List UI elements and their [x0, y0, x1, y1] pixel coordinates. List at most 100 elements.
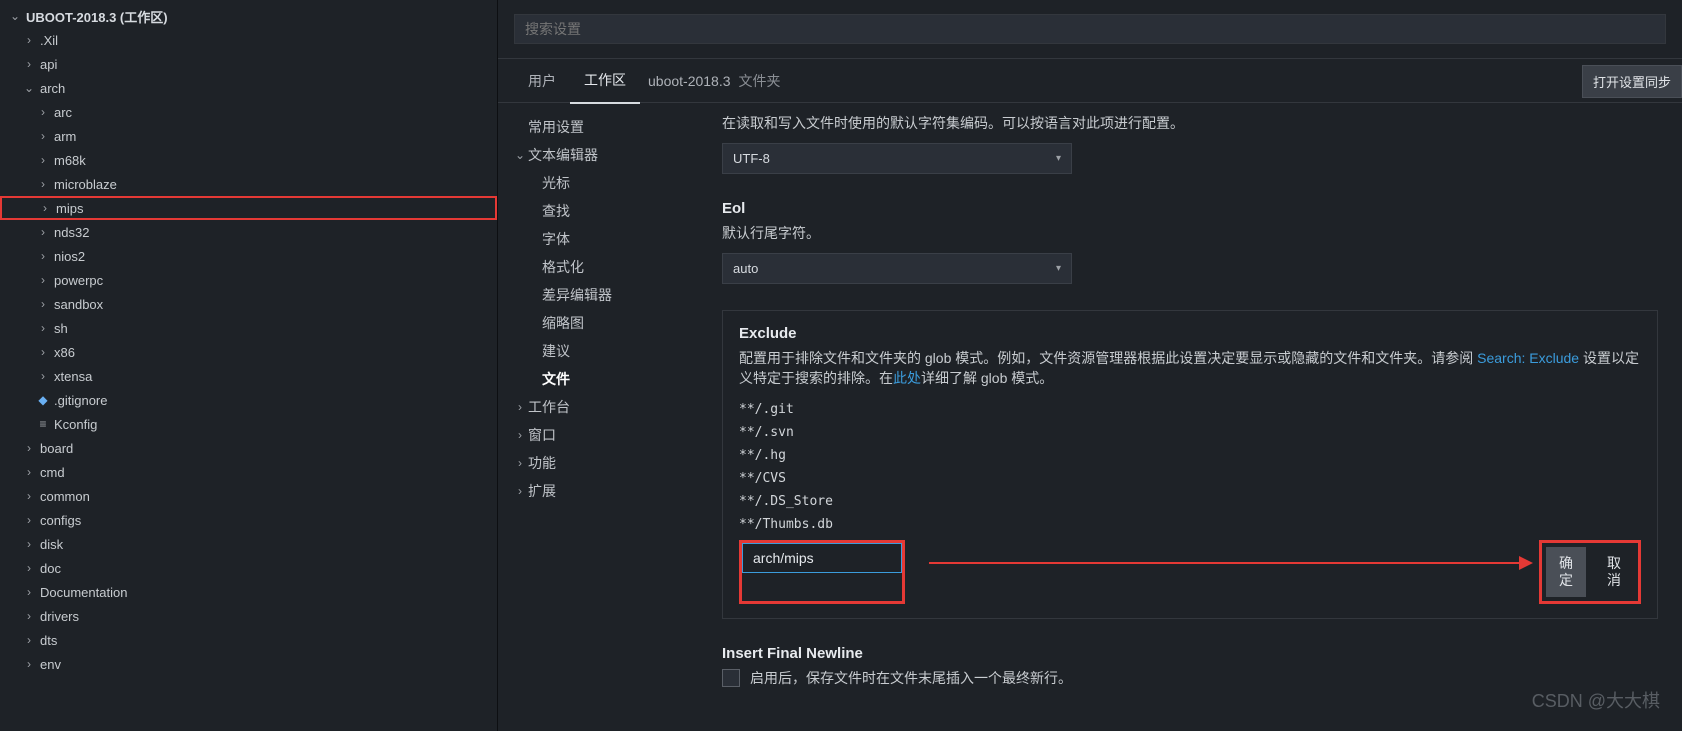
tree-item-m68k[interactable]: › m68k	[0, 148, 497, 172]
tree-item-gitignore[interactable]: ◆.gitignore	[0, 388, 497, 412]
exclude-pattern-item[interactable]: **/.git	[739, 398, 1641, 421]
tree-item-label: m68k	[54, 153, 86, 168]
tree-item-label: dts	[40, 633, 57, 648]
tree-item-disk[interactable]: › disk	[0, 532, 497, 556]
exclude-pattern-item[interactable]: **/.svn	[739, 421, 1641, 444]
setting-eol: Eol 默认行尾字符。 auto ▾	[722, 200, 1658, 284]
outline-features[interactable]: ›功能	[502, 449, 714, 477]
chevron-icon: ›	[36, 129, 50, 143]
chevron-icon: ›	[22, 561, 36, 575]
tree-item-board[interactable]: ›board	[0, 436, 497, 460]
chevron-icon: ›	[22, 441, 36, 455]
outline-find[interactable]: 查找	[502, 197, 714, 225]
tree-item-xtensa[interactable]: ›xtensa	[0, 364, 497, 388]
tree-item-configs[interactable]: ›configs	[0, 508, 497, 532]
tree-item-arm[interactable]: ›arm	[0, 124, 497, 148]
eol-select[interactable]: auto ▾	[722, 253, 1072, 284]
exclude-link-search[interactable]: Search: Exclude	[1477, 350, 1579, 366]
chevron-icon: ›	[22, 465, 36, 479]
chevron-icon: ›	[36, 345, 50, 359]
tree-item-api[interactable]: ›api	[0, 52, 497, 76]
tree-item-kconfig[interactable]: ≡Kconfig	[0, 412, 497, 436]
chevron-icon: ›	[22, 537, 36, 551]
tree-item-doc[interactable]: › doc	[0, 556, 497, 580]
chevron-icon: ›	[22, 33, 36, 47]
settings-scope-tabs: 用户 工作区 uboot-2018.3 文件夹 打开设置同步	[498, 59, 1682, 103]
exclude-pattern-list: **/.git**/.svn**/.hg**/CVS**/.DS_Store**…	[739, 398, 1641, 536]
tree-item-sh[interactable]: › sh	[0, 316, 497, 340]
outline-text-editor[interactable]: ⌄文本编辑器	[502, 141, 714, 169]
tab-user[interactable]: 用户	[514, 59, 570, 103]
file-explorer: ⌄ UBOOT-2018.3 (工作区) ›.Xil›api⌄arch›arc›…	[0, 0, 498, 731]
chevron-icon: ›	[36, 297, 50, 311]
tree-item-label: arc	[54, 105, 72, 120]
tree-root-label: UBOOT-2018.3 (工作区)	[26, 7, 168, 26]
settings-search-input[interactable]	[514, 14, 1666, 44]
outline-font[interactable]: 字体	[502, 225, 714, 253]
exclude-cancel-button[interactable]: 取消	[1594, 547, 1634, 597]
open-settings-sync-button[interactable]: 打开设置同步	[1582, 65, 1682, 98]
tree-item-label: arch	[40, 81, 65, 96]
chevron-icon: ›	[22, 57, 36, 71]
tree-item-env[interactable]: ›env	[0, 652, 497, 676]
chevron-down-icon: ⌄	[512, 148, 528, 162]
tab-workspace[interactable]: 工作区	[570, 58, 640, 104]
chevron-right-icon: ›	[512, 484, 528, 498]
chevron-right-icon: ›	[512, 400, 528, 414]
tree-root-row[interactable]: ⌄ UBOOT-2018.3 (工作区)	[0, 4, 497, 28]
outline-suggest[interactable]: 建议	[502, 337, 714, 365]
tree-item-label: .Xil	[40, 33, 58, 48]
tree-item-nios2[interactable]: ›nios2	[0, 244, 497, 268]
tree-item-drivers[interactable]: ›drivers	[0, 604, 497, 628]
tree-item-arch[interactable]: ⌄arch	[0, 76, 497, 100]
tree-item-label: configs	[40, 513, 81, 528]
tree-item-label: sh	[54, 321, 68, 336]
chevron-icon: ›	[36, 153, 50, 167]
tree-item-label: powerpc	[54, 273, 103, 288]
outline-minimap[interactable]: 缩略图	[502, 309, 714, 337]
outline-diff[interactable]: 差异编辑器	[502, 281, 714, 309]
tree-item-microblaze[interactable]: ›microblaze	[0, 172, 497, 196]
exclude-desc: 配置用于排除文件和文件夹的 glob 模式。例如，文件资源管理器根据此设置决定要…	[739, 348, 1641, 388]
exclude-pattern-item[interactable]: **/.hg	[739, 444, 1641, 467]
outline-format[interactable]: 格式化	[502, 253, 714, 281]
outline-window[interactable]: ›窗口	[502, 421, 714, 449]
exclude-pattern-item[interactable]: **/CVS	[739, 467, 1641, 490]
outline-cursor[interactable]: 光标	[502, 169, 714, 197]
tree-item-label: disk	[40, 537, 63, 552]
tree-item-dts[interactable]: › dts	[0, 628, 497, 652]
tree-item-x86[interactable]: ›x86	[0, 340, 497, 364]
exclude-ok-button[interactable]: 确定	[1546, 547, 1586, 597]
eol-title: Eol	[722, 200, 1658, 217]
tree-item-label: doc	[40, 561, 61, 576]
tree-item-common[interactable]: ›common	[0, 484, 497, 508]
tree-item-label: nds32	[54, 225, 89, 240]
setting-exclude: ⚙ Exclude 配置用于排除文件和文件夹的 glob 模式。例如，文件资源管…	[722, 310, 1658, 619]
settings-content: 在读取和写入文件时使用的默认字符集编码。可以按语言对此项进行配置。 UTF-8 …	[718, 103, 1682, 731]
chevron-icon: ›	[36, 321, 50, 335]
tree-item-powerpc[interactable]: ›powerpc	[0, 268, 497, 292]
tree-item-sandbox[interactable]: ›sandbox	[0, 292, 497, 316]
tree-item-nds32[interactable]: ›nds32	[0, 220, 497, 244]
tree-item-documentation[interactable]: ›Documentation	[0, 580, 497, 604]
tree-item-xil[interactable]: › .Xil	[0, 28, 497, 52]
settings-search-bar	[498, 0, 1682, 59]
exclude-pattern-item[interactable]: **/.DS_Store	[739, 490, 1641, 513]
outline-files[interactable]: 文件	[502, 365, 714, 393]
exclude-pattern-item[interactable]: **/Thumbs.db	[739, 513, 1641, 536]
outline-workbench[interactable]: ›工作台	[502, 393, 714, 421]
encoding-select[interactable]: UTF-8 ▾	[722, 143, 1072, 174]
outline-common[interactable]: 常用设置	[502, 113, 714, 141]
insert-newline-checkbox[interactable]	[722, 669, 740, 687]
tree-item-mips[interactable]: ›mips	[0, 196, 497, 220]
outline-extensions[interactable]: ›扩展	[502, 477, 714, 505]
chevron-icon: ›	[22, 609, 36, 623]
git-file-icon: ◆	[36, 393, 50, 407]
chevron-icon: ›	[22, 633, 36, 647]
tree-item-cmd[interactable]: ›cmd	[0, 460, 497, 484]
tree-item-label: env	[40, 657, 61, 672]
tab-folder-name[interactable]: uboot-2018.3	[640, 61, 739, 101]
exclude-add-input[interactable]	[742, 543, 902, 573]
exclude-link-here[interactable]: 此处	[893, 370, 921, 386]
tree-item-arc[interactable]: ›arc	[0, 100, 497, 124]
